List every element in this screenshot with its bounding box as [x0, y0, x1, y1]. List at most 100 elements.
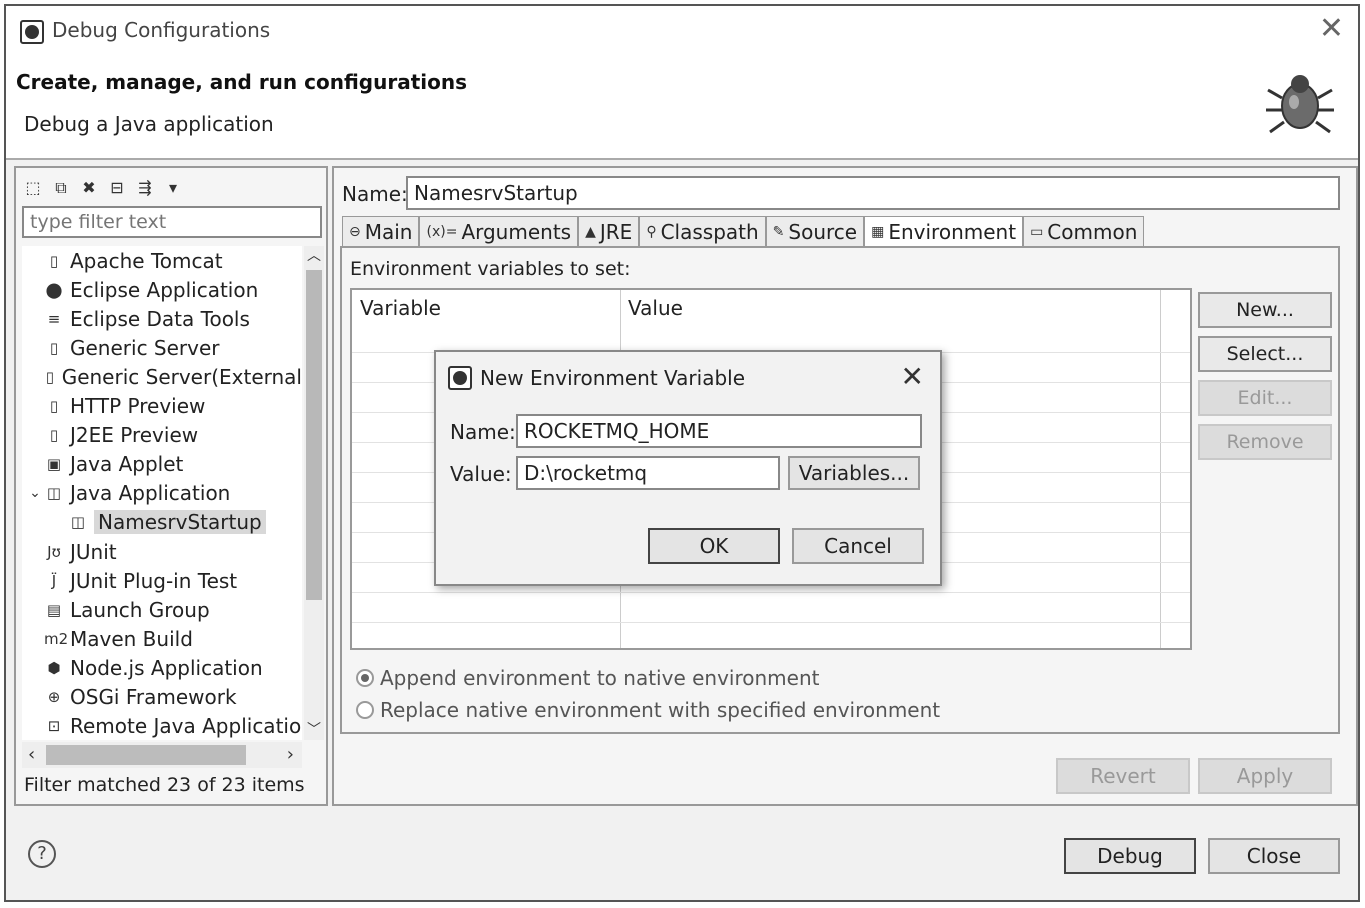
replace-env-radio[interactable] — [356, 701, 374, 719]
tree-item-label: Node.js Application — [70, 655, 263, 680]
chevron-right-icon[interactable]: › — [287, 742, 294, 768]
horizontal-scrollbar[interactable]: ‹ › — [22, 742, 302, 768]
server-icon: ▯ — [49, 338, 59, 357]
tree-item[interactable]: ▯ Apache Tomcat — [22, 246, 302, 275]
chevron-left-icon[interactable]: ‹ — [28, 742, 35, 768]
tree-item[interactable]: ⬤ Eclipse Application — [22, 275, 302, 304]
tree-item[interactable]: ▯ HTTP Preview — [22, 392, 302, 421]
variable-value-field[interactable]: D:\rocketmq — [516, 456, 780, 490]
tree-item[interactable]: ◫ NamesrvStartup — [22, 508, 302, 537]
dialog-value-label: Value: — [450, 462, 512, 486]
new-button[interactable]: New... — [1198, 292, 1332, 328]
database-icon: ≡ — [47, 309, 61, 328]
replace-env-option[interactable]: Replace native environment with specifie… — [356, 698, 940, 722]
main-tab-icon: ⊖ — [349, 223, 361, 240]
tab-common[interactable]: ▭ Common — [1023, 216, 1145, 246]
source-tab-icon: ✎ — [772, 223, 785, 240]
close-icon[interactable]: ✕ — [901, 360, 924, 393]
tree-item[interactable]: ⌄ ◫ Java Application — [22, 479, 302, 508]
nodejs-icon: ⬢ — [47, 658, 61, 677]
column-header-value[interactable]: Value — [628, 296, 683, 320]
tree-item-label: Eclipse Application — [70, 277, 259, 302]
table-row — [352, 622, 1190, 623]
chevron-down-icon[interactable]: ﹀ — [304, 720, 324, 740]
filter-config-icon[interactable]: ⇶ — [134, 177, 156, 199]
append-env-option[interactable]: Append environment to native environment — [356, 666, 819, 690]
chevron-down-icon[interactable]: ⌄ — [26, 485, 44, 501]
tree-item-label: JUnit — [70, 539, 117, 564]
debug-button[interactable]: Debug — [1064, 838, 1196, 874]
tree-item[interactable]: ⬢ Node.js Application — [22, 653, 302, 682]
close-icon[interactable]: ✕ — [1319, 14, 1344, 44]
dialog-name-label: Name: — [450, 420, 516, 444]
tab-main[interactable]: ⊖ Main — [342, 216, 420, 246]
common-tab-icon: ▭ — [1030, 223, 1044, 240]
tree-item[interactable]: ▣ Java Applet — [22, 450, 302, 479]
tab-environment[interactable]: ▦ Environment — [864, 216, 1024, 246]
bug-icon — [1266, 75, 1334, 134]
tree-item-label: NamesrvStartup — [94, 510, 266, 535]
table-row — [352, 592, 1190, 593]
server-icon: ▯ — [45, 367, 54, 386]
chevron-down-icon[interactable]: ▾ — [162, 177, 184, 199]
classpath-tab-icon: ⚲ — [646, 223, 657, 240]
ok-button[interactable]: OK — [648, 528, 780, 564]
tree-item[interactable]: ≡ Eclipse Data Tools — [22, 304, 302, 333]
select-button[interactable]: Select... — [1198, 336, 1332, 372]
help-icon[interactable]: ? — [28, 840, 56, 868]
collapse-all-icon[interactable]: ⊟ — [106, 177, 128, 199]
revert-button[interactable]: Revert — [1056, 758, 1190, 794]
replace-env-label: Replace native environment with specifie… — [380, 698, 941, 722]
edit-button[interactable]: Edit... — [1198, 380, 1332, 416]
maven-icon: m2 — [44, 629, 69, 648]
chevron-up-icon[interactable]: ︿ — [304, 246, 324, 266]
window-title: Debug Configurations — [52, 18, 271, 42]
variables-button[interactable]: Variables... — [788, 456, 920, 490]
tab-source[interactable]: ✎ Source — [765, 216, 865, 246]
filter-input[interactable] — [22, 206, 322, 238]
vertical-scrollbar[interactable]: ︿ ﹀ — [304, 246, 324, 740]
tree-item[interactable]: ▯ Generic Server(External — [22, 362, 302, 391]
close-button[interactable]: Close — [1208, 838, 1340, 874]
tab-jre[interactable]: ▲ JRE — [578, 216, 640, 246]
tab-label: Environment — [888, 219, 1017, 244]
tree-item[interactable]: ⊕ OSGi Framework — [22, 683, 302, 712]
name-field[interactable]: NamesrvStartup — [406, 176, 1340, 210]
tab-arguments[interactable]: (x)= Arguments — [419, 216, 579, 246]
remote-java-icon: ⊡ — [47, 717, 61, 736]
column-header-variable[interactable]: Variable — [360, 296, 441, 320]
variable-name-field[interactable]: ROCKETMQ_HOME — [516, 414, 922, 448]
server-icon: ▯ — [49, 426, 59, 445]
append-env-label: Append environment to native environment — [380, 666, 820, 690]
tree-item[interactable]: Jʊ JUnit — [22, 537, 302, 566]
applet-icon: ▣ — [46, 455, 62, 474]
delete-config-icon[interactable]: ✖ — [78, 177, 100, 199]
tab-classpath[interactable]: ⚲ Classpath — [639, 216, 766, 246]
tree-item[interactable]: ⊡ Remote Java Applicatio — [22, 712, 302, 740]
header-subtitle: Debug a Java application — [24, 112, 274, 136]
remove-button[interactable]: Remove — [1198, 424, 1332, 460]
tree-item-label: Generic Server(External — [61, 364, 302, 389]
scroll-thumb[interactable] — [306, 270, 322, 600]
append-env-radio[interactable] — [356, 669, 374, 687]
header-banner: Create, manage, and run configurations D… — [6, 56, 1358, 160]
tree-item[interactable]: J̈ JUnit Plug-in Test — [22, 566, 302, 595]
new-config-icon[interactable]: ⬚ — [22, 177, 44, 199]
java-app-icon: ◫ — [46, 484, 62, 503]
new-environment-variable-dialog: New Environment Variable ✕ Name: ROCKETM… — [434, 350, 942, 586]
cancel-button[interactable]: Cancel — [792, 528, 924, 564]
scroll-thumb[interactable] — [46, 745, 246, 765]
tree-item-label: Apache Tomcat — [70, 248, 223, 273]
tree-item-label: J2EE Preview — [70, 423, 199, 448]
eclipse-icon — [20, 20, 44, 44]
tree-item[interactable]: m2 Maven Build — [22, 624, 302, 653]
apply-button[interactable]: Apply — [1198, 758, 1332, 794]
tab-label: JRE — [599, 219, 633, 244]
tab-label: Source — [788, 219, 858, 244]
env-vars-label: Environment variables to set: — [350, 258, 631, 280]
duplicate-config-icon[interactable]: ⧉ — [50, 177, 72, 199]
tree-item[interactable]: ▯ J2EE Preview — [22, 421, 302, 450]
tree-item[interactable]: ▤ Launch Group — [22, 595, 302, 624]
server-icon: ▯ — [49, 397, 59, 415]
tree-item[interactable]: ▯ Generic Server — [22, 333, 302, 362]
